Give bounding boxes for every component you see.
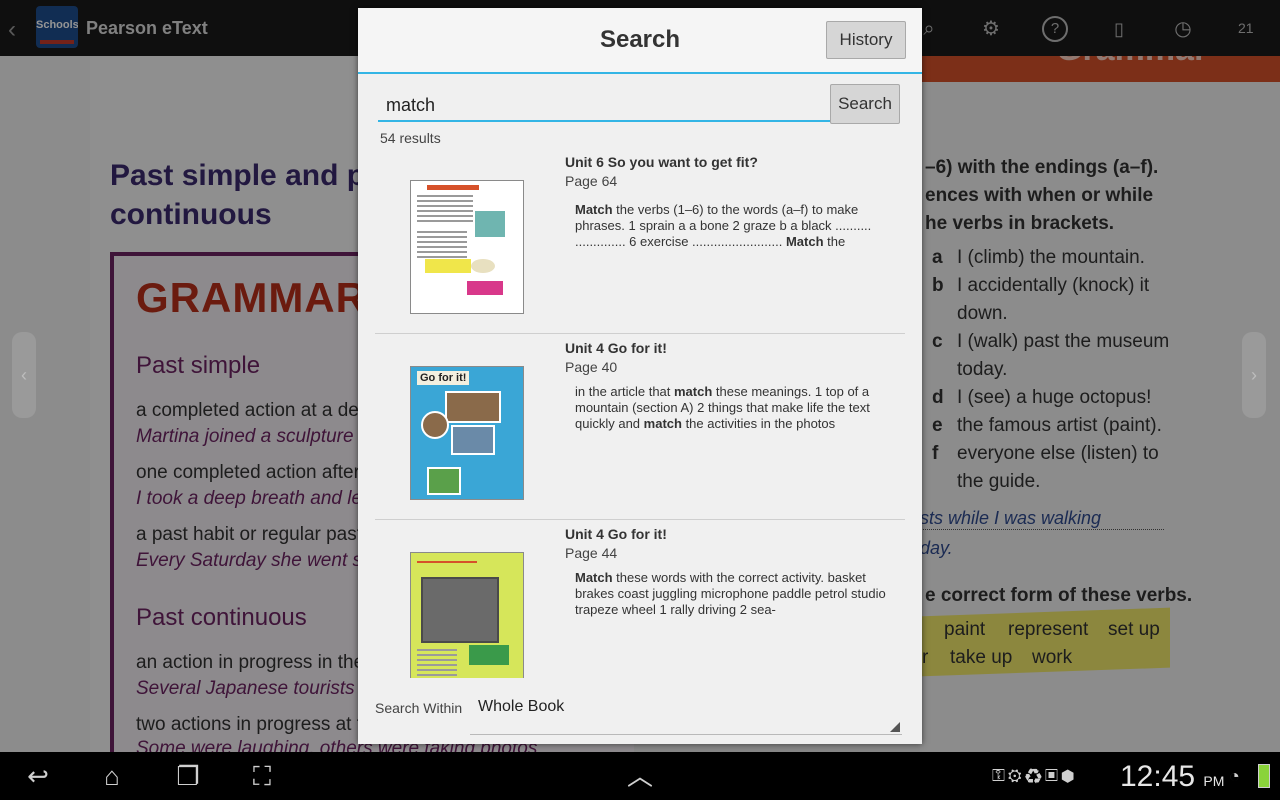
result-snippet: Match the verbs (1–6) to the words (a–f)… <box>575 202 872 249</box>
home-icon[interactable]: ⌂ <box>90 760 134 792</box>
search-results-list[interactable]: Unit 6 So you want to get fit? Page 64 M… <box>375 148 905 678</box>
thumbnail-title: Go for it! <box>417 371 470 385</box>
next-page-arrow-icon[interactable]: › <box>1242 332 1266 418</box>
result-page: Page 40 <box>565 359 618 375</box>
system-navigation-bar: ↩ ⌂ ❐ ⛶ ︿ ⚿⚙♻▣⬢ 12:45 PM ◔ <box>0 752 1280 800</box>
prev-page-arrow-icon[interactable]: ‹ <box>12 332 36 418</box>
result-page: Page 44 <box>565 545 618 561</box>
battery-icon <box>1258 764 1270 788</box>
result-count: 54 results <box>380 130 441 146</box>
page-thumbnail <box>410 180 524 314</box>
result-unit-title: Unit 4 Go for it! <box>565 526 667 542</box>
history-button[interactable]: History <box>826 21 906 59</box>
clock: 12:45 PM <box>1120 760 1224 794</box>
search-result-item[interactable]: Unit 4 Go for it! Page 44 Match these wo… <box>375 520 905 678</box>
chevron-up-icon[interactable]: ︿ <box>618 760 662 792</box>
search-result-item[interactable]: Unit 6 So you want to get fit? Page 64 M… <box>375 148 905 334</box>
result-snippet: in the article that match these meanings… <box>575 384 870 431</box>
result-snippet: Match these words with the correct activ… <box>575 570 886 617</box>
clock-ampm: PM <box>1203 773 1225 789</box>
result-page: Page 64 <box>565 173 618 189</box>
back-icon[interactable]: ↩ <box>16 760 60 792</box>
search-input[interactable] <box>378 90 830 122</box>
page-thumbnail <box>410 552 524 678</box>
recent-apps-icon[interactable]: ❐ <box>166 760 210 792</box>
notification-icons: ⚿⚙♻▣⬢ <box>992 766 1078 785</box>
search-button[interactable]: Search <box>830 84 900 124</box>
screenshot-icon[interactable]: ⛶ <box>240 760 284 792</box>
search-within-label: Search Within <box>375 700 463 716</box>
search-within-dropdown[interactable]: Whole Book <box>470 688 902 735</box>
search-result-item[interactable]: Go for it! Unit 4 Go for it! Page 40 in … <box>375 334 905 520</box>
dialog-divider <box>358 72 922 74</box>
clock-time: 12:45 <box>1120 760 1196 793</box>
wifi-icon: ◔ <box>1229 766 1240 786</box>
search-within-value: Whole Book <box>478 698 565 715</box>
dialog-header: Search History <box>358 8 922 72</box>
dropdown-corner-icon <box>890 722 900 732</box>
search-dialog: Search History Search 54 results Unit 6 … <box>358 8 922 744</box>
result-unit-title: Unit 6 So you want to get fit? <box>565 154 758 170</box>
result-unit-title: Unit 4 Go for it! <box>565 340 667 356</box>
page-thumbnail: Go for it! <box>410 366 524 500</box>
